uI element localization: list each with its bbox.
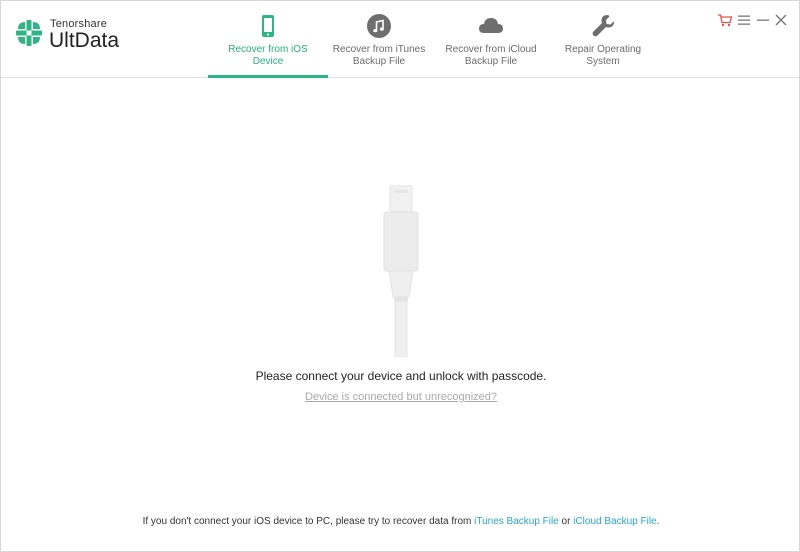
- wrench-icon: [592, 15, 614, 37]
- itunes-backup-link[interactable]: iTunes Backup File: [474, 516, 559, 527]
- unrecognized-link-row: Device is connected but unrecognized?: [1, 391, 800, 403]
- cloud-icon: [479, 18, 503, 33]
- lightning-cable-icon: [383, 185, 419, 357]
- tab-recover-ios-device[interactable]: Recover from iOS Device: [208, 1, 328, 78]
- footer-message: If you don't connect your iOS device to …: [1, 516, 800, 527]
- music-icon: [367, 14, 391, 38]
- phone-icon: [262, 15, 274, 37]
- tab-recover-icloud-backup[interactable]: Recover from iCloud Backup File: [431, 1, 551, 77]
- cart-icon[interactable]: [717, 12, 733, 28]
- ultdata-logo-icon: [16, 20, 42, 46]
- minimize-icon[interactable]: [755, 12, 771, 28]
- menu-icon[interactable]: [736, 12, 752, 28]
- active-tab-indicator: [208, 75, 328, 78]
- tab-recover-itunes-backup[interactable]: Recover from iTunes Backup File: [319, 1, 439, 77]
- connect-device-message: Please connect your device and unlock wi…: [255, 369, 547, 383]
- brand-product: UltData: [49, 29, 120, 52]
- tab-repair-operating-system[interactable]: Repair Operating System: [543, 1, 663, 77]
- tab-label: Recover from iTunes Backup File: [332, 44, 426, 67]
- footer-prefix: If you don't connect your iOS device to …: [142, 516, 475, 527]
- header-bar: Tenorshare UltData Recover from iOS Devi…: [1, 1, 799, 78]
- close-icon[interactable]: [773, 12, 789, 28]
- tab-label: Repair Operating System: [564, 44, 642, 67]
- footer-middle: or: [558, 516, 574, 527]
- device-unrecognized-link[interactable]: Device is connected but unrecognized?: [305, 391, 497, 403]
- tab-label: Recover from iCloud Backup File: [445, 44, 537, 67]
- footer-suffix: .: [656, 516, 660, 527]
- app-window: Tenorshare UltData Recover from iOS Devi…: [0, 0, 800, 552]
- icloud-backup-link[interactable]: iCloud Backup File: [573, 516, 656, 527]
- tab-label: Recover from iOS Device: [228, 44, 308, 67]
